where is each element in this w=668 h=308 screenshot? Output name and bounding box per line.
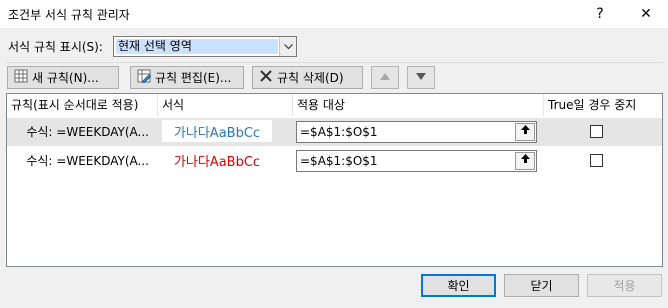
title-bar: 조건부 서식 규칙 관리자 ? ✕ [0,0,668,28]
show-rules-selected: 현재 선택 영역 [116,39,278,54]
edit-rule-label: 규칙 편집(E)... [155,71,232,85]
show-rules-dropdown[interactable]: 현재 선택 영역 [113,36,297,57]
stop-if-true-checkbox[interactable] [590,125,603,138]
format-preview: 가나다AaBbCc [162,149,272,171]
new-rule-button[interactable]: 새 규칙(N)... [7,66,119,89]
close-button[interactable]: 닫기 [504,274,579,297]
help-button[interactable]: ? [580,2,620,26]
close-window-button[interactable]: ✕ [626,2,666,26]
new-rule-icon [14,69,28,86]
close-icon: ✕ [640,6,652,22]
collapse-dialog-button[interactable] [515,152,535,170]
new-rule-label: 새 규칙(N)... [32,71,99,85]
edit-rule-icon [137,69,152,86]
applies-to-value: =$A$1:$O$1 [300,154,378,168]
edit-rule-button[interactable]: 규칙 편집(E)... [130,66,244,89]
arrow-up-icon [520,151,530,171]
toolbar-divider [6,62,663,63]
ok-button[interactable]: 확인 [421,274,496,297]
format-preview-text: 가나다AaBbCc [173,125,261,141]
column-header-stop-if-true[interactable]: True일 경우 중지 [544,94,662,116]
applies-to-field[interactable]: =$A$1:$O$1 [296,150,537,172]
window-title: 조건부 서식 규칙 관리자 [8,8,130,22]
stop-if-true-checkbox[interactable] [590,154,603,167]
rules-grid: 규칙(표시 순서대로 적용) 서식 적용 대상 True일 경우 중지 수식: … [6,93,663,267]
delete-icon [259,69,273,86]
arrow-down-icon [416,72,426,83]
collapse-dialog-button[interactable] [515,123,535,141]
chevron-down-icon[interactable] [279,37,296,56]
applies-to-value: =$A$1:$O$1 [300,125,378,139]
help-icon: ? [596,6,604,22]
delete-rule-label: 규칙 삭제(D) [277,71,344,85]
move-up-button[interactable] [371,66,399,89]
column-header-applies-to[interactable]: 적용 대상 [293,94,544,116]
column-header-rule[interactable]: 규칙(표시 순서대로 적용) [7,94,158,116]
rule-row[interactable]: 수식: =WEEKDAY(A... 가나다AaBbCc =$A$1:$O$1 [7,118,662,146]
delete-rule-button[interactable]: 규칙 삭제(D) [252,66,363,89]
applies-to-field[interactable]: =$A$1:$O$1 [296,121,537,143]
rule-row[interactable]: 수식: =WEEKDAY(A... 가나다AaBbCc =$A$1:$O$1 [7,147,662,175]
move-down-button[interactable] [407,66,435,89]
format-preview: 가나다AaBbCc [162,120,272,142]
arrow-up-icon [380,72,390,83]
rule-formula: 수식: =WEEKDAY(A... [26,154,149,168]
column-header-format[interactable]: 서식 [158,94,293,116]
apply-button[interactable]: 적용 [587,274,662,297]
rule-formula: 수식: =WEEKDAY(A... [26,125,149,139]
format-preview-text: 가나다AaBbCc [173,154,261,170]
show-rules-label: 서식 규칙 표시(S): [8,40,103,54]
arrow-up-icon [520,122,530,142]
